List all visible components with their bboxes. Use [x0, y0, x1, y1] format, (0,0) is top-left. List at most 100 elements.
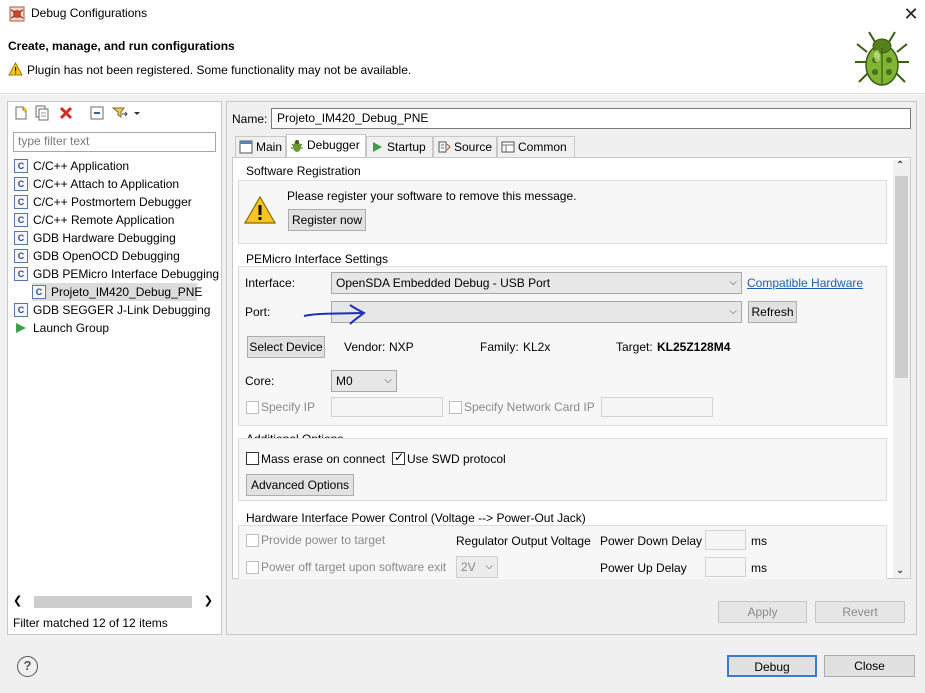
power-up-delay-input[interactable] — [705, 557, 746, 577]
tab-scrollbar-thumb[interactable] — [895, 176, 908, 378]
c-config-icon: C — [14, 195, 28, 209]
c-config-icon: C — [14, 159, 28, 173]
c-config-icon: C — [14, 303, 28, 317]
chevron-down-icon: ⌵ — [729, 306, 737, 317]
c-config-icon: C — [14, 231, 28, 245]
view-menu-chevron-down-icon[interactable] — [132, 105, 142, 121]
tab-label: Source — [454, 140, 493, 154]
tab-main[interactable]: Main — [235, 136, 286, 157]
debug-config-app-icon — [9, 6, 25, 22]
tab-debugger[interactable]: Debugger — [286, 134, 366, 158]
scroll-left-icon[interactable]: ❮ — [13, 594, 22, 607]
scroll-right-icon[interactable]: ❯ — [204, 594, 213, 607]
c-config-icon: C — [32, 285, 46, 299]
delete-config-icon[interactable] — [58, 105, 74, 121]
close-button[interactable]: Close — [824, 655, 915, 677]
tree-item-label: C/C++ Postmortem Debugger — [33, 195, 192, 209]
tab-source[interactable]: Source — [433, 136, 497, 157]
filter-status-text: Filter matched 12 of 12 items — [13, 616, 168, 630]
mass-erase-label: Mass erase on connect — [261, 452, 386, 466]
family-value: KL2x — [523, 340, 551, 354]
tab-common[interactable]: Common — [497, 136, 575, 157]
power-down-delay-input[interactable] — [705, 530, 746, 550]
mass-erase-checkbox[interactable] — [246, 452, 259, 465]
launch-group-icon — [16, 323, 26, 333]
tree-item-label: GDB OpenOCD Debugging — [33, 249, 180, 263]
target-label: Target: — [616, 340, 653, 354]
tree-item-label: C/C++ Remote Application — [33, 213, 175, 227]
tree-item-label: C/C++ Attach to Application — [33, 177, 180, 191]
use-swd-label: Use SWD protocol — [407, 452, 506, 466]
chevron-down-icon: ⌵ — [729, 277, 737, 288]
common-icon — [501, 141, 515, 153]
power-off-checkbox[interactable] — [246, 561, 259, 574]
name-label: Name: — [232, 112, 268, 126]
debug-button[interactable]: Debug — [727, 655, 817, 677]
specify-network-card-checkbox[interactable] — [449, 401, 462, 414]
tab-label: Main — [256, 140, 283, 154]
warning-icon — [8, 62, 23, 76]
power-up-delay-label: Power Up Delay — [600, 561, 687, 575]
ip-input[interactable] — [331, 397, 443, 417]
main-tab-icon — [239, 140, 253, 154]
c-config-icon: C — [14, 213, 28, 227]
power-down-delay-label: Power Down Delay — [600, 534, 703, 548]
voltage-select[interactable]: 2V ⌵ — [456, 556, 498, 578]
specify-ip-label: Specify IP — [261, 400, 316, 414]
core-select[interactable]: M0 ⌵ — [331, 370, 397, 392]
header-title: Create, manage, and run configurations — [8, 39, 235, 53]
compatible-hardware-link[interactable]: Compatible Hardware — [747, 276, 863, 290]
tab-label: Debugger — [307, 138, 360, 152]
use-swd-checkbox[interactable]: ✓ — [392, 450, 405, 465]
tree-item-selected-config[interactable]: C Projeto_IM420_Debug_PNE — [32, 283, 202, 301]
register-now-button[interactable]: Register now — [288, 209, 366, 231]
vendor-label: Vendor: — [344, 340, 386, 354]
provide-power-checkbox[interactable] — [246, 534, 259, 547]
scroll-down-icon[interactable]: ⌄ — [896, 565, 904, 576]
tab-startup[interactable]: Startup — [366, 136, 433, 157]
new-config-icon[interactable] — [13, 105, 29, 121]
power-off-label: Power off target upon software exit — [261, 560, 447, 574]
registration-message: Please register your software to remove … — [287, 189, 577, 203]
port-select[interactable]: ⌵ — [331, 301, 742, 323]
family-label: Family: — [480, 340, 519, 354]
tree-item-label: GDB Hardware Debugging — [33, 231, 176, 245]
c-config-icon: C — [14, 267, 28, 281]
config-name-input[interactable]: Projeto_IM420_Debug_PNE — [271, 108, 911, 129]
apply-button[interactable]: Apply — [718, 601, 807, 623]
core-value: M0 — [336, 374, 353, 388]
window-title: Debug Configurations — [31, 6, 148, 20]
advanced-options-button[interactable]: Advanced Options — [246, 474, 354, 496]
duplicate-config-icon[interactable] — [34, 105, 50, 121]
collapse-all-icon[interactable] — [89, 105, 105, 121]
help-icon[interactable]: ? — [17, 656, 38, 677]
port-label: Port: — [245, 305, 271, 319]
filter-config-icon[interactable] — [112, 105, 128, 121]
scroll-up-icon[interactable]: ⌃ — [896, 160, 904, 171]
power-control-title: Hardware Interface Power Control (Voltag… — [246, 511, 586, 525]
voltage-value: 2V — [461, 560, 476, 574]
tree-scrollbar-thumb[interactable] — [34, 596, 192, 608]
refresh-button[interactable]: Refresh — [748, 301, 797, 323]
specify-ip-checkbox[interactable] — [246, 401, 259, 414]
header-warning-message: Plugin has not been registered. Some fun… — [27, 63, 412, 77]
power-down-unit: ms — [751, 534, 767, 548]
vendor-value: NXP — [389, 340, 414, 354]
tree-item-label: Projeto_IM420_Debug_PNE — [51, 285, 203, 299]
chevron-down-icon: ⌵ — [384, 375, 392, 386]
revert-button[interactable]: Revert — [815, 601, 905, 623]
interface-select[interactable]: OpenSDA Embedded Debug - USB Port ⌵ — [331, 272, 742, 294]
select-device-button[interactable]: Select Device — [247, 336, 325, 358]
tab-label: Common — [518, 140, 567, 154]
c-config-icon: C — [14, 249, 28, 263]
network-card-ip-input[interactable] — [601, 397, 713, 417]
checkmark-icon: ✓ — [394, 450, 405, 464]
bug-icon — [855, 31, 909, 86]
software-registration-title: Software Registration — [246, 164, 361, 178]
close-window-icon[interactable]: ✕ — [900, 3, 922, 25]
registration-warning-icon — [244, 195, 276, 224]
tree-item-label: GDB PEMicro Interface Debugging — [33, 267, 220, 281]
interface-label: Interface: — [245, 276, 296, 290]
target-value: KL25Z128M4 — [657, 340, 731, 354]
filter-input[interactable]: type filter text — [13, 132, 216, 152]
